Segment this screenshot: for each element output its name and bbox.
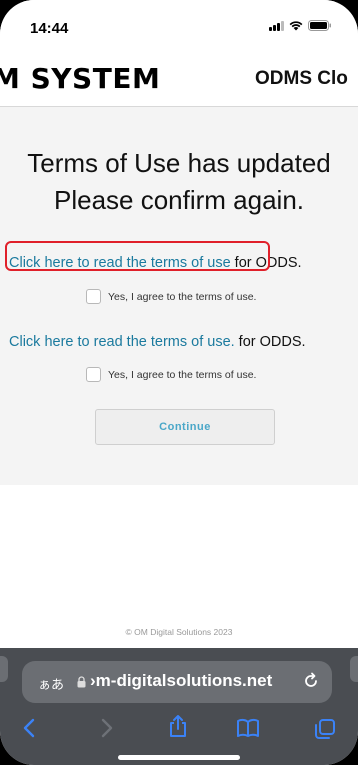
address-bar[interactable]: ぁあ ›m-digitalsolutions.net	[22, 661, 332, 703]
forward-icon[interactable]	[100, 718, 114, 743]
page-title-line1: Terms of Use has updated	[27, 148, 331, 178]
terms-suffix-2: for ODDS.	[234, 334, 306, 350]
reload-icon[interactable]	[302, 672, 320, 695]
next-tab-stub[interactable]	[350, 656, 358, 682]
om-system-logo[interactable]: M SYSTEM	[0, 62, 160, 95]
home-indicator[interactable]	[118, 755, 240, 760]
share-icon[interactable]	[168, 714, 188, 743]
copyright-text: © OM Digital Solutions 2023	[125, 627, 233, 637]
wifi-icon	[289, 20, 303, 31]
signal-icon	[269, 20, 284, 31]
page-title-line2: Please confirm again.	[53, 185, 305, 215]
agree-label-1: Yes, I agree to the terms of use.	[108, 290, 257, 303]
status-time: 14:44	[30, 20, 69, 37]
product-title: ODMS Clo	[255, 68, 348, 89]
page-settings-button[interactable]: ぁあ	[38, 674, 64, 693]
terms-panel: Terms of Use has updated Please confirm …	[0, 107, 358, 485]
lock-icon	[77, 675, 86, 693]
terms-link-2[interactable]: Click here to read the terms of use.	[9, 334, 235, 350]
agree-row-2[interactable]: Yes, I agree to the terms of use.	[86, 367, 256, 382]
agree-checkbox-1[interactable]	[86, 289, 101, 304]
status-bar: 14:44	[0, 0, 358, 48]
battery-icon	[308, 20, 332, 31]
browser-toolbar	[0, 714, 358, 746]
agree-checkbox-2[interactable]	[86, 367, 101, 382]
back-icon[interactable]	[22, 718, 36, 743]
url-text[interactable]: ›m-digitalsolutions.net	[90, 671, 272, 691]
footer: © OM Digital Solutions 2023	[0, 485, 358, 640]
previous-tab-stub[interactable]	[0, 656, 8, 682]
continue-button[interactable]: Continue	[95, 409, 275, 445]
site-header: M SYSTEM ODMS Clo	[0, 48, 358, 107]
page-title: Terms of Use has updated Please confirm …	[0, 145, 358, 219]
highlight-box	[5, 241, 270, 271]
tabs-icon[interactable]	[314, 718, 336, 745]
browser-bar: ぁあ ›m-digitalsolutions.net	[0, 648, 358, 765]
bookmarks-icon[interactable]	[236, 718, 260, 743]
agree-label-2: Yes, I agree to the terms of use.	[108, 368, 257, 381]
terms-line-2: Click here to read the terms of use. for…	[9, 334, 358, 350]
phone-screen: 14:44 M SYSTEM ODMS Clo Terms of Use has…	[0, 0, 358, 765]
agree-row-1[interactable]: Yes, I agree to the terms of use.	[86, 289, 256, 304]
status-icons	[269, 20, 332, 31]
